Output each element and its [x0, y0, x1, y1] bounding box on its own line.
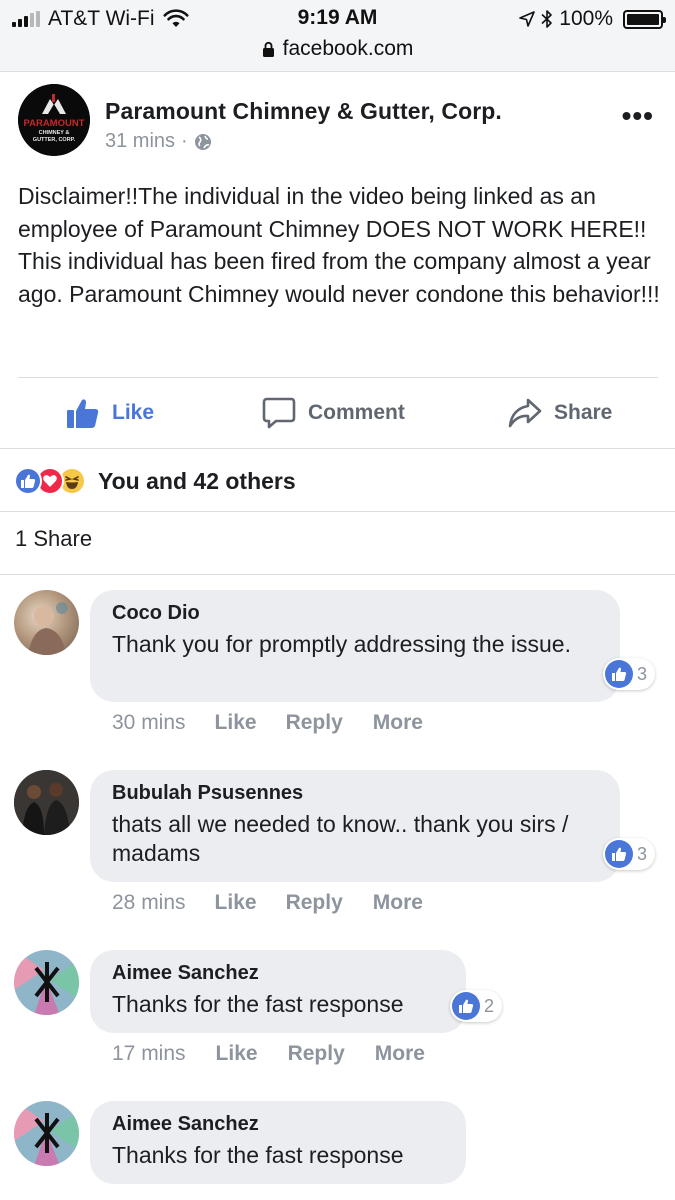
comment-more-button[interactable]: More: [373, 891, 423, 915]
commenter-avatar[interactable]: [14, 1101, 79, 1166]
commenter-avatar[interactable]: [14, 590, 79, 655]
comment-like-count: 2: [484, 995, 495, 1016]
comment-reply-button[interactable]: Reply: [286, 891, 343, 915]
commenter-name[interactable]: Bubulah Psusennes: [112, 780, 598, 806]
share-count[interactable]: 1 Share: [15, 526, 92, 552]
comment-time[interactable]: 17 mins: [112, 1042, 186, 1066]
comment-bubble[interactable]: Aimee Sanchez Thanks for the fast respon…: [90, 950, 466, 1033]
globe-icon: [194, 133, 211, 150]
comment-time[interactable]: 28 mins: [112, 891, 186, 915]
comment-reaction-count[interactable]: 3: [603, 658, 656, 690]
post-header: PARAMOUNT CHIMNEY & GUTTER, CORP. Paramo…: [18, 84, 658, 164]
like-icon: [452, 992, 480, 1020]
logo-line-3: GUTTER, CORP.: [33, 137, 76, 143]
location-arrow-icon: [519, 11, 536, 27]
commenter-avatar[interactable]: [14, 770, 79, 835]
comment-label: Comment: [308, 401, 405, 424]
comment-button[interactable]: Comment: [262, 378, 405, 448]
comment-reaction-count[interactable]: 2: [450, 990, 503, 1022]
commenter-name[interactable]: Aimee Sanchez: [112, 1111, 444, 1137]
commenter-name[interactable]: Coco Dio: [112, 600, 598, 626]
paramount-logo: PARAMOUNT CHIMNEY & GUTTER, CORP.: [18, 84, 90, 156]
logo-line-2: CHIMNEY &: [39, 130, 70, 136]
divider: [0, 511, 675, 512]
status-right: 100%: [519, 6, 666, 32]
comment-reaction-count[interactable]: 3: [603, 838, 656, 870]
like-icon: [605, 840, 633, 868]
share-label: Share: [554, 401, 613, 424]
divider: [0, 574, 675, 575]
commenter-name[interactable]: Aimee Sanchez: [112, 960, 444, 986]
reactions-summary[interactable]: You and 42 others: [14, 456, 296, 506]
page-avatar[interactable]: PARAMOUNT CHIMNEY & GUTTER, CORP.: [18, 84, 90, 156]
comment-bubble[interactable]: Coco Dio Thank you for promptly addressi…: [90, 590, 620, 702]
post-timestamp[interactable]: 31 mins: [105, 130, 175, 153]
thumbs-up-icon: [67, 399, 99, 428]
share-button[interactable]: Share: [508, 378, 612, 448]
comment-more-button[interactable]: More: [375, 1042, 425, 1066]
comment-more-button[interactable]: More: [373, 711, 423, 735]
post-meta: 31 mins ·: [105, 130, 212, 153]
comment-actions: 28 mins Like Reply More: [112, 891, 423, 915]
battery-percent: 100%: [559, 7, 613, 30]
comment-actions: 17 mins Like Reply More: [112, 1042, 425, 1066]
page-name[interactable]: Paramount Chimney & Gutter, Corp.: [105, 98, 502, 125]
like-icon: [605, 660, 633, 688]
comment-bubble-icon: [262, 397, 296, 429]
comment-text: Thanks for the fast response: [112, 1142, 404, 1168]
comment-like-count: 3: [637, 843, 648, 864]
comment-text: thats all we needed to know.. thank you …: [112, 811, 569, 866]
status-bar: AT&T Wi-Fi 9:19 AM 100% facebook.com: [0, 0, 675, 72]
meta-separator: ·: [181, 130, 188, 152]
divider: [0, 448, 675, 449]
bluetooth-icon: [541, 10, 553, 28]
lock-icon: [262, 41, 274, 57]
comment-reply-button[interactable]: Reply: [286, 711, 343, 735]
comment-time[interactable]: 30 mins: [112, 711, 186, 735]
comment-like-button[interactable]: Like: [216, 1042, 258, 1066]
logo-line-1: PARAMOUNT: [23, 118, 84, 129]
comment-reply-button[interactable]: Reply: [288, 1042, 345, 1066]
like-icon: [14, 467, 42, 495]
comment-like-button[interactable]: Like: [215, 891, 257, 915]
reactions-count: You and 42 others: [98, 467, 296, 494]
comment-bubble[interactable]: Bubulah Psusennes thats all we needed to…: [90, 770, 620, 882]
comment-bubble[interactable]: Aimee Sanchez Thanks for the fast respon…: [90, 1101, 466, 1184]
comment-actions: 30 mins Like Reply More: [112, 711, 423, 735]
comment-like-button[interactable]: Like: [215, 711, 257, 735]
post-options-icon[interactable]: •••: [622, 100, 654, 132]
commenter-avatar[interactable]: [14, 950, 79, 1015]
battery-icon: [623, 9, 666, 29]
share-arrow-icon: [508, 398, 542, 428]
comment-text: Thank you for promptly addressing the is…: [112, 631, 571, 657]
post-text: Disclaimer!!The individual in the video …: [18, 183, 660, 307]
url-text: facebook.com: [282, 37, 414, 60]
like-button[interactable]: Like: [66, 378, 154, 448]
comment-like-count: 3: [637, 663, 648, 684]
action-bar: Like Comment Share: [0, 378, 675, 448]
address-bar[interactable]: facebook.com: [0, 36, 675, 62]
comment-text: Thanks for the fast response: [112, 991, 404, 1017]
like-label: Like: [112, 401, 155, 424]
